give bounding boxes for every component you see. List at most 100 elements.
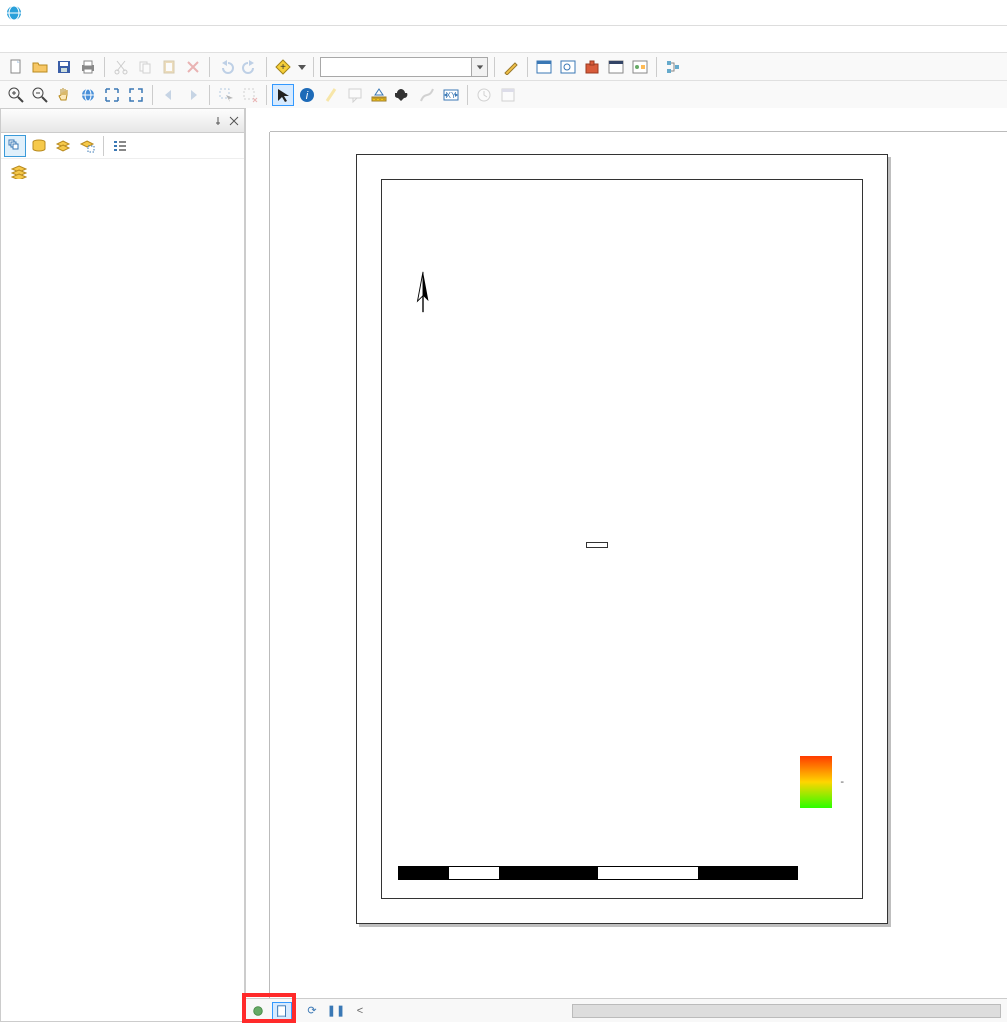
separator [313, 57, 314, 77]
menu-insert[interactable] [86, 36, 106, 42]
separator [527, 57, 528, 77]
select-features-icon[interactable] [215, 84, 237, 106]
layout-view-area[interactable]: - [245, 108, 1007, 1022]
viewer-window-icon[interactable] [497, 84, 519, 106]
find-icon[interactable] [392, 84, 414, 106]
page-layout[interactable]: - [356, 154, 888, 924]
print-icon[interactable] [77, 56, 99, 78]
catalog-window-icon[interactable] [533, 56, 555, 78]
horizontal-scrollbar[interactable] [572, 1004, 1001, 1018]
separator [104, 57, 105, 77]
clear-selection-icon[interactable] [239, 84, 261, 106]
menu-geoprocessing[interactable] [126, 36, 146, 42]
scale-bar-graphic [398, 866, 798, 880]
delete-icon[interactable] [182, 56, 204, 78]
goto-xy-icon[interactable]: XY [440, 84, 462, 106]
pan-icon[interactable] [53, 84, 75, 106]
data-frame-label[interactable] [586, 542, 608, 548]
map-scale-input[interactable] [320, 57, 472, 77]
data-view-button[interactable] [248, 1002, 268, 1020]
copy-icon[interactable] [134, 56, 156, 78]
new-file-icon[interactable] [5, 56, 27, 78]
map-scale-dropdown-icon[interactable] [472, 57, 488, 77]
fixed-zoom-in-icon[interactable] [101, 84, 123, 106]
menu-file[interactable] [6, 36, 26, 42]
menu-selection[interactable] [106, 36, 126, 42]
north-arrow[interactable] [412, 270, 434, 318]
menu-customize[interactable] [146, 36, 166, 42]
separator [494, 57, 495, 77]
standard-toolbar: + [0, 52, 1007, 80]
save-icon[interactable] [53, 56, 75, 78]
view-switch-bar: ⟳ ❚❚ < [246, 998, 1007, 1022]
menu-view[interactable] [46, 36, 66, 42]
scale-bar[interactable] [398, 866, 844, 882]
horizontal-ruler [270, 108, 1007, 132]
model-builder-icon[interactable] [629, 56, 651, 78]
redo-icon[interactable] [239, 56, 261, 78]
undo-icon[interactable] [215, 56, 237, 78]
list-by-visibility-icon[interactable] [52, 135, 74, 157]
html-popup-icon[interactable] [344, 84, 366, 106]
menu-edit[interactable] [26, 36, 46, 42]
svg-text:+: + [280, 62, 286, 73]
toc-header [1, 109, 244, 133]
menu-windows[interactable] [166, 36, 186, 42]
add-data-icon[interactable]: + [272, 56, 294, 78]
measure-icon[interactable] [368, 84, 390, 106]
arc-toolbox-icon[interactable] [581, 56, 603, 78]
back-extent-icon[interactable] [158, 84, 180, 106]
fixed-zoom-out-icon[interactable] [125, 84, 147, 106]
hyperlink-icon[interactable] [320, 84, 342, 106]
python-window-icon[interactable] [605, 56, 627, 78]
cut-icon[interactable] [110, 56, 132, 78]
arccatalog-tree-icon[interactable] [662, 56, 684, 78]
map-frame[interactable]: - [381, 179, 863, 899]
table-of-contents-panel [0, 108, 245, 1022]
time-slider-icon[interactable] [473, 84, 495, 106]
identify-icon[interactable]: i [296, 84, 318, 106]
separator [103, 136, 104, 156]
window-titlebar [0, 0, 1007, 26]
editor-toolbar-icon[interactable] [500, 56, 522, 78]
toc-toolbar [1, 133, 244, 159]
layers-icon [11, 165, 27, 179]
menu-bookmarks[interactable] [66, 36, 86, 42]
toc-close-icon[interactable] [228, 115, 240, 127]
zoom-out-icon[interactable] [29, 84, 51, 106]
layoutS-canvas[interactable]: - [270, 132, 1007, 998]
separator [266, 85, 267, 105]
forward-extent-icon[interactable] [182, 84, 204, 106]
pause-drawing-icon[interactable]: ❚❚ [326, 1002, 346, 1020]
vertical-ruler [246, 132, 270, 998]
toc-pin-icon[interactable] [212, 115, 224, 127]
toc-options-icon[interactable] [109, 135, 131, 157]
layout-view-button[interactable] [272, 1002, 292, 1020]
search-window-icon[interactable] [557, 56, 579, 78]
full-extent-icon[interactable] [77, 84, 99, 106]
list-by-drawing-order-icon[interactable] [4, 135, 26, 157]
find-route-icon[interactable] [416, 84, 438, 106]
open-file-icon[interactable] [29, 56, 51, 78]
list-by-source-icon[interactable] [28, 135, 50, 157]
separator [152, 85, 153, 105]
toc-tree[interactable] [1, 159, 244, 1021]
separator [266, 57, 267, 77]
legend[interactable]: - [800, 750, 844, 808]
zoom-in-icon[interactable] [5, 84, 27, 106]
menu-help[interactable] [186, 36, 206, 42]
paste-icon[interactable] [158, 56, 180, 78]
legend-color-ramp [800, 756, 832, 808]
refresh-view-icon[interactable]: ⟳ [302, 1002, 322, 1020]
select-elements-icon[interactable] [272, 84, 294, 106]
add-data-dropdown-icon[interactable] [296, 56, 308, 78]
layers-root-item[interactable] [5, 165, 240, 179]
map-scale-combo[interactable] [320, 57, 488, 77]
separator [209, 57, 210, 77]
tools-toolbar: i XY [0, 80, 1007, 108]
app-icon [6, 5, 22, 21]
separator [209, 85, 210, 105]
north-arrow-icon [412, 270, 434, 314]
list-by-selection-icon[interactable] [76, 135, 98, 157]
scroll-left-icon[interactable]: < [350, 1002, 370, 1020]
